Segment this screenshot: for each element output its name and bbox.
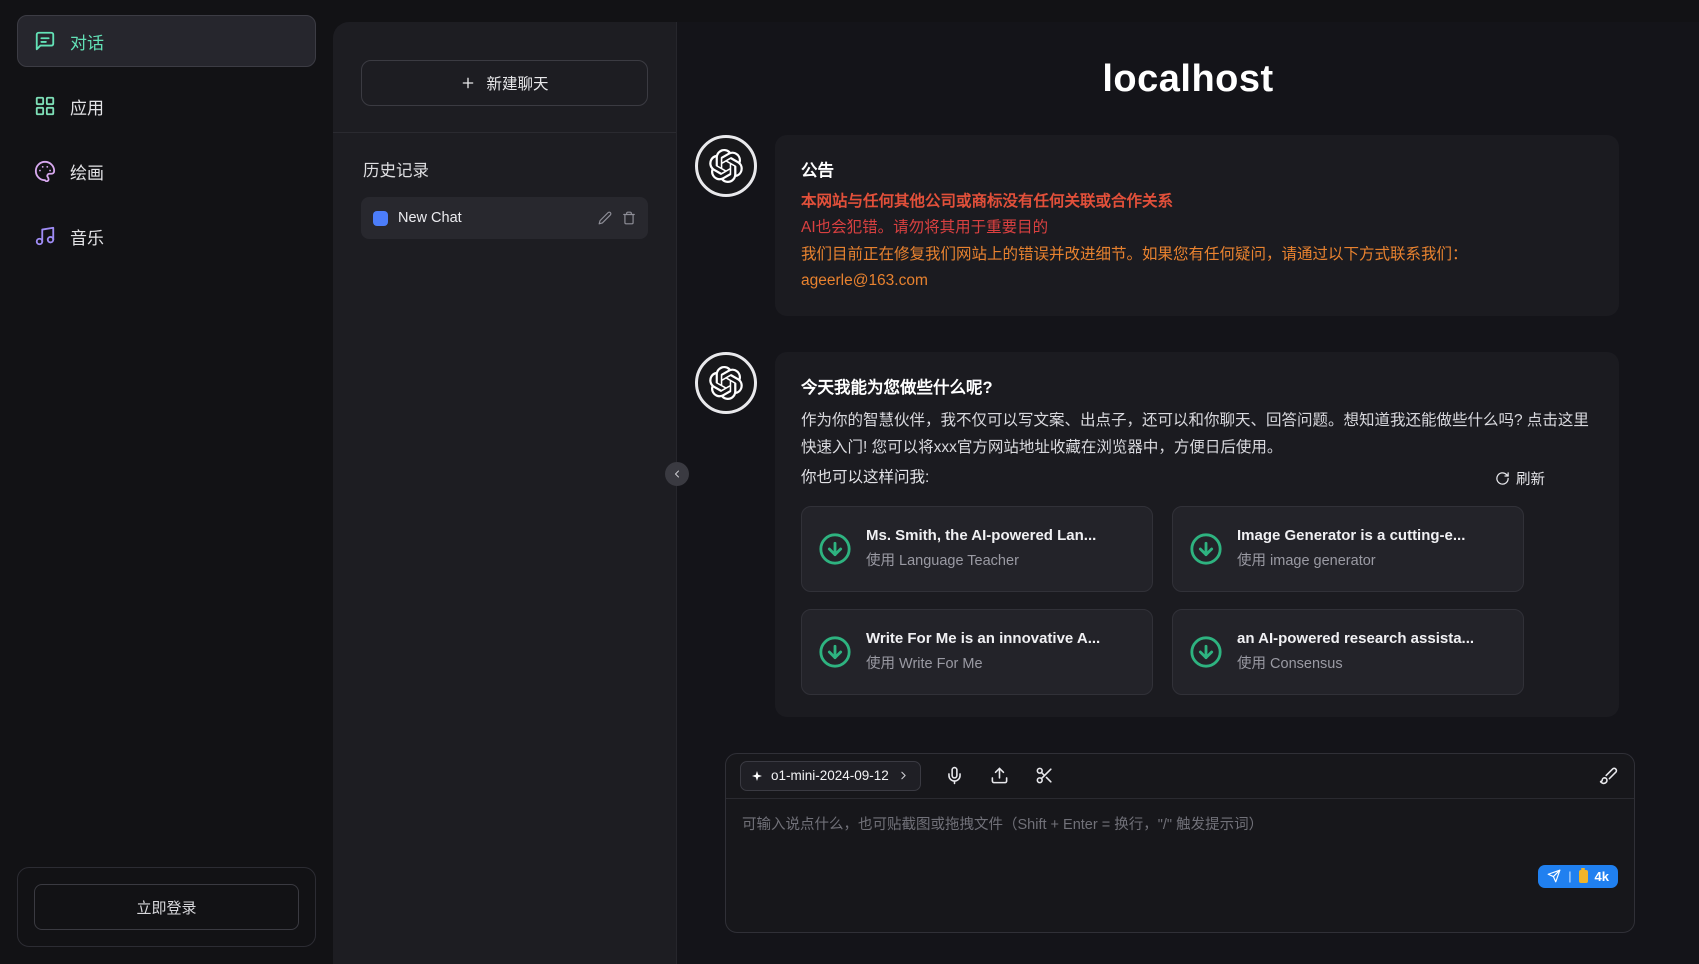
history-item-title: New Chat [398,210,462,226]
refresh-button[interactable]: 刷新 [1495,468,1545,489]
token-count: 4k [1595,869,1609,884]
palette-icon [34,160,56,182]
composer-toolbar: o1-mini-2024-09-12 [726,754,1634,799]
suggestion-card[interactable]: Image Generator is a cutting-e... 使用 ima… [1172,506,1524,592]
clear-context-button[interactable] [1597,764,1620,787]
content-card: 新建聊天 历史记录 New Chat [333,22,1699,964]
sidebar-item-label: 绘画 [70,159,104,184]
announcement-title: 公告 [801,157,1593,185]
plus-icon [460,75,476,91]
model-selector[interactable]: o1-mini-2024-09-12 [740,761,921,791]
token-icon [1579,870,1588,883]
history-item-actions [598,211,636,225]
login-panel: 立即登录 [17,867,316,947]
greeting-bubble: 今天我能为您做些什么呢? 作为你的智慧伙伴，我不仅可以写文案、出点子，还可以和你… [775,352,1619,716]
suggestion-card[interactable]: Ms. Smith, the AI-powered Lan... 使用 Lang… [801,506,1153,592]
music-note-icon [34,225,56,247]
refresh-icon [1495,471,1510,486]
composer: o1-mini-2024-09-12 [725,753,1635,933]
chat-list-panel: 新建聊天 历史记录 New Chat [333,22,677,964]
message-input[interactable] [726,799,1634,932]
delete-icon[interactable] [622,211,636,225]
upload-button[interactable] [988,764,1011,787]
ask-hint-row: 你也可以这样问我: 刷新 [801,465,1545,491]
model-name: o1-mini-2024-09-12 [771,768,889,783]
sidebar-item-music[interactable]: 音乐 [17,210,316,262]
send-icon [1547,869,1561,883]
upload-icon [990,766,1009,785]
history-item[interactable]: New Chat [361,197,648,239]
sidebar-item-apps[interactable]: 应用 [17,80,316,132]
announcement-bubble: 公告 本网站与任何其他公司或商标没有任何关联或合作关系 AI也会犯错。请勿将其用… [775,135,1619,316]
circle-arrow-down-icon [818,532,852,566]
greeting-body: 作为你的智慧伙伴，我不仅可以写文案、出点子，还可以和你聊天、回答问题。想知道我还… [801,408,1593,461]
microphone-button[interactable] [943,764,966,787]
app-window: 对话 应用 绘画 音乐 立即登录 [0,0,1699,964]
announcement-line: 我们目前正在修复我们网站上的错误并改进细节。如果您有任何疑问，请通过以下方式联系… [801,242,1593,268]
openai-logo-icon [709,366,743,400]
suggestion-subtitle: 使用 Language Teacher [866,549,1096,570]
pill-divider: | [1568,869,1571,883]
ask-hint: 你也可以这样问我: [801,465,929,491]
chevron-right-icon [897,769,910,782]
suggestion-title: an AI-powered research assista... [1237,630,1474,647]
message-row: 今天我能为您做些什么呢? 作为你的智慧伙伴，我不仅可以写文案、出点子，还可以和你… [677,352,1699,716]
scissors-icon [1035,766,1054,785]
chat-square-icon [373,211,388,226]
circle-arrow-down-icon [818,635,852,669]
greeting-title: 今天我能为您做些什么呢? [801,374,1593,402]
new-chat-button[interactable]: 新建聊天 [361,60,648,106]
page-title: localhost [677,58,1699,101]
chat-bubble-icon [34,30,56,52]
suggestion-subtitle: 使用 Consensus [1237,652,1474,673]
suggestion-title: Ms. Smith, the AI-powered Lan... [866,527,1096,544]
sidebar: 对话 应用 绘画 音乐 立即登录 [0,0,333,964]
refresh-label: 刷新 [1516,468,1545,489]
apps-grid-icon [34,95,56,117]
sidebar-item-chat[interactable]: 对话 [17,15,316,67]
suggestion-subtitle: 使用 Write For Me [866,652,1100,673]
assistant-avatar [695,135,757,197]
broom-icon [1599,766,1618,785]
microphone-icon [945,766,964,785]
send-button[interactable]: | 4k [1538,865,1618,888]
contact-email: ageerle@163.com [801,268,1593,294]
suggestion-card[interactable]: Write For Me is an innovative A... 使用 Wr… [801,609,1153,695]
suggestion-subtitle: 使用 image generator [1237,549,1465,570]
scissors-button[interactable] [1033,764,1056,787]
assistant-avatar [695,352,757,414]
sparkle-icon [751,770,763,782]
login-button[interactable]: 立即登录 [34,884,299,930]
circle-arrow-down-icon [1189,635,1223,669]
suggestion-card[interactable]: an AI-powered research assista... 使用 Con… [1172,609,1524,695]
composer-body: | 4k [726,799,1634,932]
sidebar-item-label: 对话 [70,29,104,54]
openai-logo-icon [709,149,743,183]
chat-main: localhost 公告 本网站与任何其他公司或商标没有任何关联或合作关系 AI… [677,22,1699,964]
circle-arrow-down-icon [1189,532,1223,566]
sidebar-item-drawing[interactable]: 绘画 [17,145,316,197]
announcement-line: AI也会犯错。请勿将其用于重要目的 [801,215,1593,241]
message-row: 公告 本网站与任何其他公司或商标没有任何关联或合作关系 AI也会犯错。请勿将其用… [677,135,1699,316]
suggestion-grid: Ms. Smith, the AI-powered Lan... 使用 Lang… [801,506,1593,695]
suggestion-title: Image Generator is a cutting-e... [1237,527,1465,544]
new-chat-label: 新建聊天 [486,72,548,94]
edit-icon[interactable] [598,211,612,225]
suggestion-title: Write For Me is an innovative A... [866,630,1100,647]
collapse-sidebar-button[interactable] [665,462,689,486]
sidebar-item-label: 应用 [70,94,104,119]
chevron-left-icon [671,468,683,480]
sidebar-nav: 对话 应用 绘画 音乐 [17,15,316,275]
history-title: 历史记录 [363,157,646,181]
announcement-line: 本网站与任何其他公司或商标没有任何关联或合作关系 [801,189,1593,215]
sidebar-item-label: 音乐 [70,224,104,249]
divider [333,132,676,133]
